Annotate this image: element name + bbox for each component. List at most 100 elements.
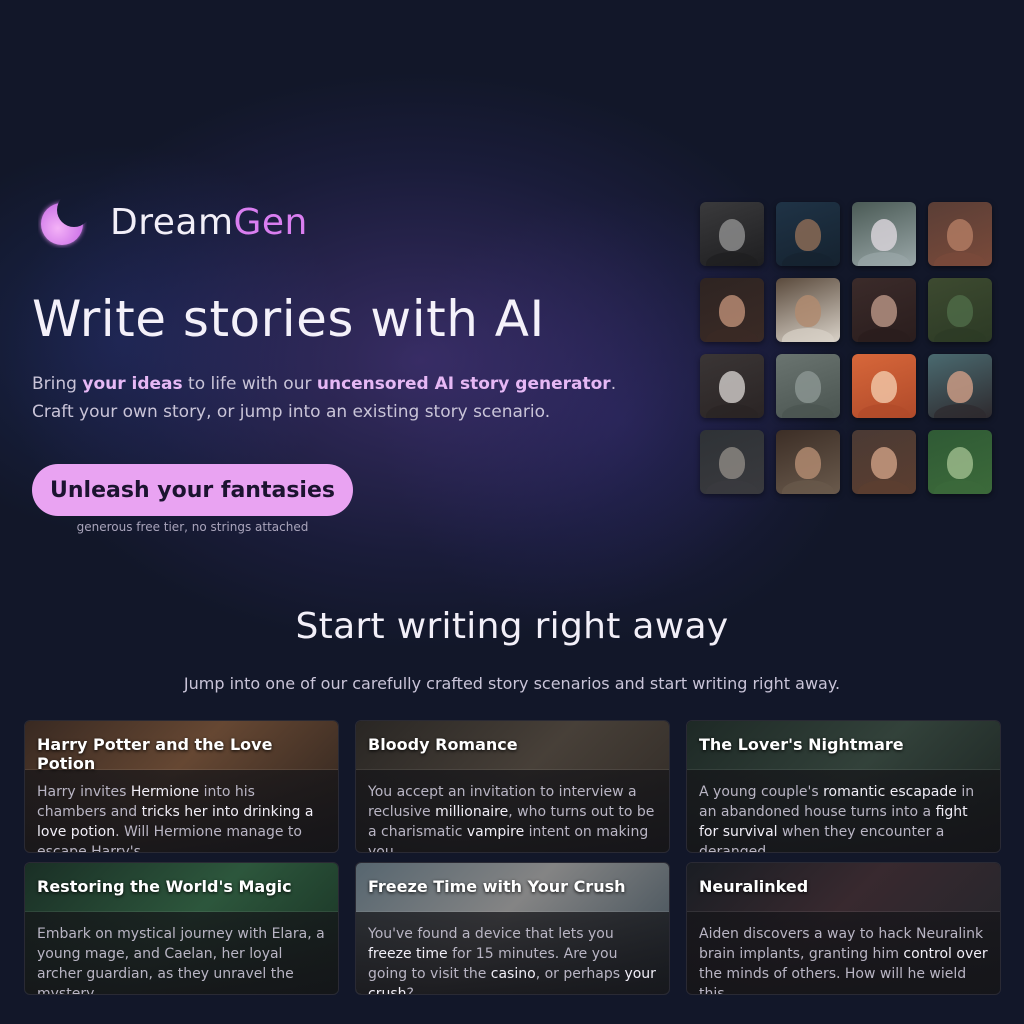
avatar-face	[795, 219, 821, 252]
scenario-card-description: You accept an invitation to interview a …	[356, 770, 669, 852]
character-avatar-grid	[700, 202, 992, 494]
scenario-card-title: Harry Potter and the Love Potion	[37, 735, 273, 773]
avatar-face	[871, 371, 897, 404]
scenario-card-text: Harry invites	[37, 784, 131, 800]
scenario-card-text: ?	[406, 986, 414, 995]
scenario-card-description: Embark on mystical journey with Elara, a…	[25, 912, 338, 995]
avatar-shoulders	[858, 328, 910, 342]
brand-name-part2: Gen	[233, 201, 308, 243]
scenario-card-header: The Lover's Nightmare	[687, 721, 1000, 770]
avatar-face	[947, 447, 973, 480]
hero-subtitle-text: Bring	[32, 374, 83, 394]
avatar-shoulders	[706, 404, 758, 418]
avatar-shoulders	[706, 328, 758, 342]
scenario-card-description: Aiden discovers a way to hack Neuralink …	[687, 912, 1000, 994]
scenario-cards-grid: Harry Potter and the Love Potion Harry in…	[24, 720, 1001, 995]
scenario-card-description: A young couple's romantic escapade in an…	[687, 770, 1000, 852]
hero-title: Write stories with AI	[32, 290, 545, 348]
scenario-card-title: Neuralinked	[699, 877, 809, 896]
avatar-warrior-man[interactable]	[776, 202, 840, 266]
avatar-young-man[interactable]	[776, 278, 840, 342]
scenario-card-header: Restoring the World's Magic	[25, 863, 338, 912]
scenario-card-header: Harry Potter and the Love Potion	[25, 721, 338, 773]
avatar-shoulders	[934, 404, 986, 418]
avatar-group-women[interactable]	[700, 278, 764, 342]
avatar-face	[871, 447, 897, 480]
scenario-card-text: Embark on mystical journey with Elara, a…	[37, 926, 325, 995]
avatar-face	[795, 295, 821, 328]
avatar-shoulders	[934, 328, 986, 342]
scenario-card-header: Bloody Romance	[356, 721, 669, 770]
scenario-card-text: A young couple's	[699, 784, 824, 800]
avatar-city-car[interactable]	[776, 354, 840, 418]
hero-subtitle-text: to life with our	[182, 374, 317, 394]
scenario-card-highlight: Hermione	[130, 784, 200, 800]
avatar-face	[871, 219, 897, 252]
avatar-shoulders	[782, 480, 834, 494]
avatar-shoulders	[782, 328, 834, 342]
avatar-face	[795, 447, 821, 480]
scenario-card[interactable]: Freeze Time with Your Crush You've found …	[355, 862, 670, 995]
avatar-elf-woman[interactable]	[852, 202, 916, 266]
hero-subtitle: Bring your ideas to life with our uncens…	[32, 370, 632, 426]
hero-subtitle-text: .	[610, 374, 617, 394]
avatar-face	[871, 295, 897, 328]
avatar-dragon[interactable]	[928, 278, 992, 342]
avatar-shoulders	[858, 480, 910, 494]
scenario-card[interactable]: Neuralinked Aiden discovers a way to hack…	[686, 862, 1001, 995]
avatar-shoulders	[706, 252, 758, 266]
avatar-face	[947, 295, 973, 328]
scenario-card-title: The Lover's Nightmare	[699, 735, 904, 754]
scenario-card[interactable]: The Lover's Nightmare A young couple's ro…	[686, 720, 1001, 853]
avatar-shoulders	[706, 480, 758, 494]
scenario-card-highlight: millionaire	[435, 804, 509, 820]
scenario-card-title: Freeze Time with Your Crush	[368, 877, 626, 896]
scenario-card-header: Neuralinked	[687, 863, 1000, 912]
avatar-bearded-young-man[interactable]	[776, 430, 840, 494]
avatar-face	[795, 371, 821, 404]
hero-subtitle-line2: Craft your own story, or jump into an ex…	[32, 402, 551, 422]
scenario-card[interactable]: Bloody Romance You accept an invitation t…	[355, 720, 670, 853]
scenario-card[interactable]: Harry Potter and the Love Potion Harry in…	[24, 720, 339, 853]
hero-subtitle-highlight: uncensored AI story generator	[316, 374, 611, 394]
avatar-orange-hair-girl[interactable]	[852, 354, 916, 418]
scenario-card-header: Freeze Time with Your Crush	[356, 863, 669, 912]
avatar-face	[719, 219, 745, 252]
avatar-shoulders	[858, 252, 910, 266]
unleash-cta-button[interactable]: Unleash your fantasies	[32, 464, 353, 516]
scenario-card-title: Bloody Romance	[368, 735, 518, 754]
cta-note: generous free tier, no strings attached	[76, 520, 309, 534]
avatar-shoulders	[782, 252, 834, 266]
section-subtitle: Jump into one of our carefully crafted s…	[183, 674, 841, 693]
avatar-witcher[interactable]	[700, 430, 764, 494]
avatar-bearded-man-bw[interactable]	[700, 202, 764, 266]
scenario-card-highlight: freeze time	[368, 946, 448, 962]
avatar-nature-woman[interactable]	[928, 430, 992, 494]
avatar-face	[719, 447, 745, 480]
scenario-card-text: You've found a device that lets you	[368, 926, 614, 942]
avatar-face	[947, 219, 973, 252]
avatar-shoulders	[934, 480, 986, 494]
avatar-barbarian-woman[interactable]	[928, 202, 992, 266]
avatar-curly-hair-woman[interactable]	[852, 430, 916, 494]
hero-subtitle-line1: Bring your ideas to life with our uncens…	[32, 370, 632, 398]
avatar-brunette-woman[interactable]	[928, 354, 992, 418]
avatar-face	[719, 371, 745, 404]
avatar-vampire-man[interactable]	[852, 278, 916, 342]
scenario-card-highlight: vampire	[466, 824, 525, 840]
avatar-shoulders	[934, 252, 986, 266]
brand-name: DreamGen	[110, 202, 308, 243]
avatar-shoulders	[782, 404, 834, 418]
crescent-moon-icon	[38, 196, 90, 248]
brand-name-part1: Dream	[110, 201, 234, 243]
avatar-white-haired-man[interactable]	[700, 354, 764, 418]
avatar-face	[719, 295, 745, 328]
avatar-shoulders	[858, 404, 910, 418]
scenario-card-highlight: casino	[490, 966, 536, 982]
scenario-card-highlight: romantic escapade	[823, 784, 957, 800]
scenario-card[interactable]: Restoring the World's Magic Embark on mys…	[24, 862, 339, 995]
avatar-face	[947, 371, 973, 404]
scenario-card-highlight: control over	[903, 946, 988, 962]
hero-subtitle-highlight: your ideas	[82, 374, 183, 394]
brand-logo[interactable]: DreamGen	[38, 196, 308, 248]
